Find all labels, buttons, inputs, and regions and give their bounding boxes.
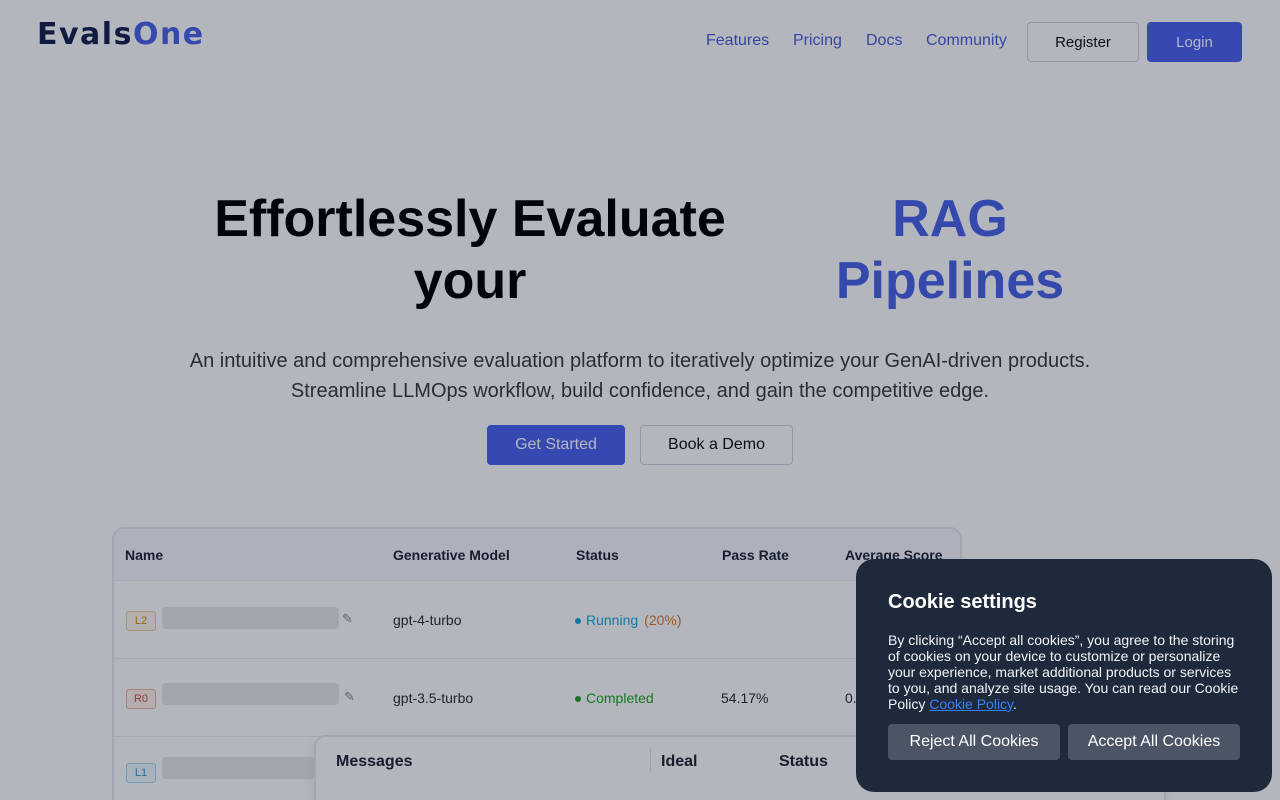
accept-all-cookies-button[interactable]: Accept All Cookies <box>1068 724 1240 760</box>
cookie-policy-link[interactable]: Cookie Policy <box>929 696 1013 712</box>
reject-all-cookies-button[interactable]: Reject All Cookies <box>888 724 1060 760</box>
cookie-title: Cookie settings <box>888 591 1037 613</box>
cookie-settings-dialog: Cookie settings By clicking “Accept all … <box>856 559 1272 792</box>
cookie-body-period: . <box>1013 696 1017 712</box>
cookie-description: By clicking “Accept all cookies”, you ag… <box>888 632 1240 712</box>
